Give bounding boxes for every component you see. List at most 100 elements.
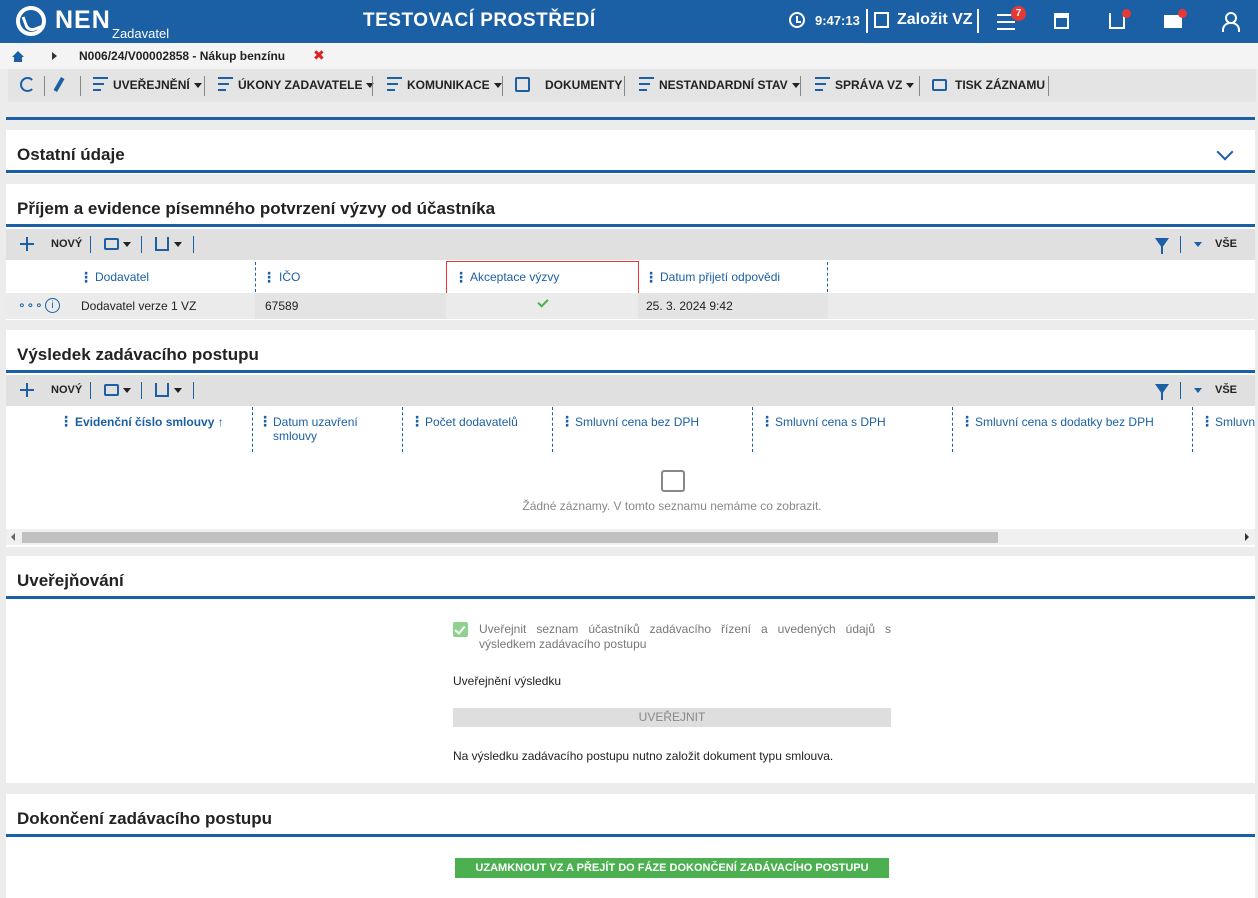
column-menu-icon[interactable] bbox=[1200, 413, 1214, 430]
column-divider bbox=[952, 407, 953, 452]
column-header-cena-bez-dph[interactable]: Smluvní cena bez DPH bbox=[575, 415, 699, 429]
column-header-datum-uzavreni[interactable]: Datum uzavření smlouvy bbox=[273, 415, 391, 443]
lock-vz-button[interactable]: UZAMKNOUT VZ A PŘEJÍT DO FÁZE DOKONČENÍ … bbox=[455, 858, 889, 878]
grid-toolbar-divider bbox=[141, 236, 142, 253]
menu-tisk-zaznamu[interactable]: TISK ZÁZNAMU bbox=[955, 78, 1045, 92]
caret-down-icon[interactable] bbox=[123, 388, 131, 393]
edit-icon[interactable] bbox=[874, 12, 889, 28]
menu-uverejneni[interactable]: UVEŘEJNĚNÍ bbox=[113, 78, 202, 92]
mail-alert-dot bbox=[1178, 9, 1187, 18]
plus-icon[interactable] bbox=[20, 237, 34, 251]
filter-icon[interactable] bbox=[1155, 384, 1169, 400]
menu-lines-icon bbox=[815, 77, 830, 92]
menu-sprava-vz[interactable]: SPRÁVA VZ bbox=[835, 78, 915, 92]
header-divider bbox=[866, 9, 868, 33]
refresh-icon[interactable] bbox=[20, 77, 35, 92]
printer-icon bbox=[932, 79, 947, 91]
all-filter-button[interactable]: VŠE bbox=[1215, 238, 1237, 250]
section-rule bbox=[6, 170, 1255, 173]
user-icon[interactable] bbox=[1222, 12, 1240, 32]
grid-toolbar-divider bbox=[1180, 382, 1181, 399]
column-menu-icon[interactable] bbox=[760, 413, 774, 430]
caret-down-icon[interactable] bbox=[174, 388, 182, 393]
column-menu-icon[interactable] bbox=[560, 413, 574, 430]
column-header-datum[interactable]: Datum přijetí odpovědi bbox=[660, 270, 780, 284]
export-icon[interactable] bbox=[155, 383, 169, 397]
horizontal-scrollbar[interactable] bbox=[6, 529, 1255, 545]
publish-participants-label: Uveřejnit seznam účastníků zadávacího ří… bbox=[479, 622, 891, 651]
menu-dokumenty[interactable]: DOKUMENTY bbox=[545, 78, 622, 92]
grid-toolbar-divider bbox=[1180, 236, 1181, 253]
create-vz-button[interactable]: Založit VZ bbox=[897, 11, 973, 29]
filter-icon[interactable] bbox=[1155, 238, 1169, 254]
column-header-pocet-dodavatelu[interactable]: Počet dodavatelů bbox=[425, 415, 518, 429]
info-icon[interactable]: i bbox=[45, 298, 60, 313]
sort-ascending-icon[interactable]: ↑ bbox=[218, 415, 224, 429]
printer-icon[interactable] bbox=[104, 238, 119, 250]
column-divider bbox=[552, 407, 553, 452]
column-header-truncated[interactable]: Smluvn bbox=[1215, 415, 1255, 429]
scroll-right-icon[interactable] bbox=[1245, 533, 1249, 541]
column-menu-icon[interactable] bbox=[960, 413, 974, 430]
printer-icon[interactable] bbox=[104, 384, 119, 396]
new-button[interactable]: NOVÝ bbox=[51, 238, 82, 250]
section-dokonceni: Dokončení zadávacího postupu UZAMKNOUT V… bbox=[6, 794, 1255, 898]
column-divider bbox=[827, 262, 828, 292]
inbox-alert-dot bbox=[1122, 9, 1131, 18]
section-rule bbox=[6, 834, 1255, 837]
scroll-left-icon[interactable] bbox=[11, 533, 15, 541]
column-menu-icon[interactable] bbox=[79, 269, 93, 286]
new-button[interactable]: NOVÝ bbox=[51, 384, 82, 396]
column-menu-icon[interactable] bbox=[59, 413, 73, 430]
grid-toolbar-divider bbox=[193, 382, 194, 399]
column-menu-icon[interactable] bbox=[262, 269, 276, 286]
section-title: Příjem a evidence písemného potvrzení vý… bbox=[17, 199, 496, 218]
logo-subtitle: Zadavatel bbox=[112, 26, 170, 41]
column-menu-icon[interactable] bbox=[258, 413, 272, 430]
caret-down-icon[interactable] bbox=[1194, 242, 1202, 247]
menu-lines-icon bbox=[639, 77, 654, 92]
caret-down-icon[interactable] bbox=[174, 242, 182, 247]
plus-icon[interactable] bbox=[20, 383, 34, 397]
nen-logo-icon[interactable] bbox=[16, 6, 46, 36]
cell-datum: 25. 3. 2024 9:42 bbox=[646, 299, 733, 313]
scrollbar-thumb[interactable] bbox=[22, 532, 998, 543]
toolbar-divider bbox=[502, 76, 503, 96]
home-icon[interactable] bbox=[12, 51, 24, 62]
close-icon[interactable]: ✖ bbox=[313, 47, 325, 64]
column-header-evidencni-cislo[interactable]: Evidenční číslo smlouvy ↑ bbox=[75, 415, 224, 429]
all-filter-button[interactable]: VŠE bbox=[1215, 384, 1237, 396]
calculator-icon[interactable] bbox=[1054, 13, 1069, 29]
caret-down-icon[interactable] bbox=[1194, 388, 1202, 393]
cell-ico: 67589 bbox=[265, 299, 299, 313]
grid-toolbar: NOVÝ VŠE bbox=[6, 229, 1255, 260]
clock-icon bbox=[789, 12, 805, 28]
section-ostatni-udaje[interactable]: Ostatní údaje bbox=[6, 130, 1255, 174]
export-icon[interactable] bbox=[155, 237, 169, 251]
chevron-down-icon[interactable] bbox=[1216, 143, 1234, 161]
table-row[interactable]: ∘∘∘ i Dodavatel verze 1 VZ 67589 25. 3. … bbox=[6, 293, 1255, 319]
grid-toolbar: NOVÝ VŠE bbox=[6, 375, 1255, 406]
row-actions-icon[interactable]: ∘∘∘ bbox=[18, 298, 44, 312]
column-header-akceptace[interactable]: Akceptace výzvy bbox=[470, 270, 559, 284]
column-header-cena-dodatky[interactable]: Smluvní cena s dodatky bez DPH bbox=[975, 415, 1154, 429]
toolbar-divider bbox=[372, 76, 373, 96]
column-header-cena-s-dph[interactable]: Smluvní cena s DPH bbox=[775, 415, 886, 429]
column-menu-icon[interactable] bbox=[644, 269, 658, 286]
column-header-ico[interactable]: IČO bbox=[279, 270, 300, 284]
publish-button[interactable]: UVEŘEJNIT bbox=[453, 708, 891, 727]
pencil-icon[interactable] bbox=[53, 77, 65, 92]
publish-participants-checkbox[interactable] bbox=[453, 622, 468, 637]
logo-text[interactable]: NEN bbox=[55, 6, 111, 35]
menu-komunikace[interactable]: KOMUNIKACE bbox=[407, 78, 502, 92]
caret-down-icon[interactable] bbox=[123, 242, 131, 247]
column-menu-icon[interactable] bbox=[410, 413, 424, 430]
menu-ukony-zadavatele[interactable]: ÚKONY ZADAVATELE bbox=[238, 78, 375, 92]
menu-lines-icon bbox=[218, 77, 233, 92]
column-header-dodavatel[interactable]: Dodavatel bbox=[95, 270, 149, 284]
section-title: Ostatní údaje bbox=[17, 145, 125, 164]
column-menu-icon[interactable] bbox=[454, 269, 468, 286]
menu-nestandardni-stav[interactable]: NESTANDARDNÍ STAV bbox=[659, 78, 800, 92]
notification-badge: 7 bbox=[1011, 6, 1026, 21]
breadcrumb-current[interactable]: N006/24/V00002858 - Nákup benzínu bbox=[79, 49, 285, 63]
